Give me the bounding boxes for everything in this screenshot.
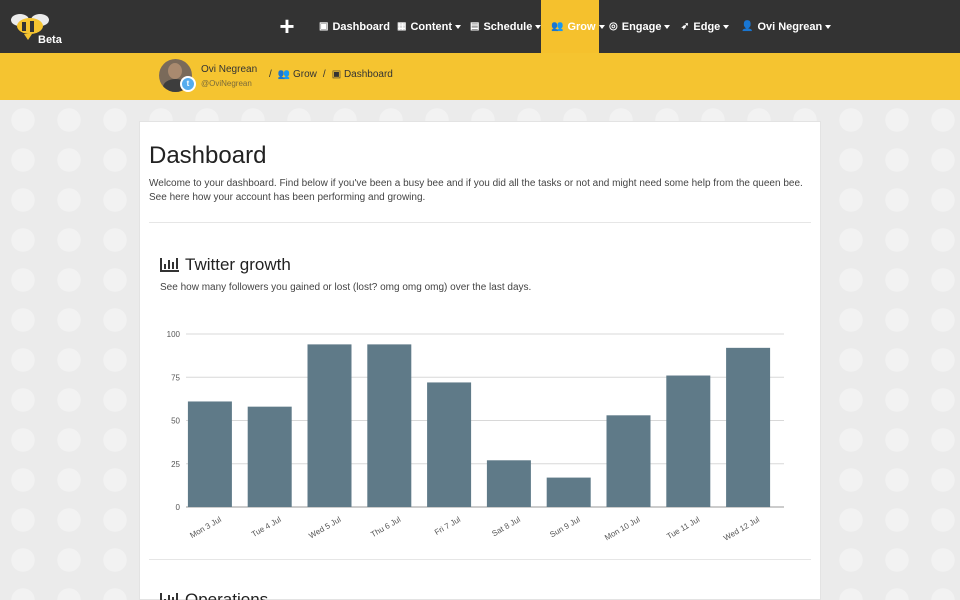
x-tick-label: Sat 8 Jul — [490, 515, 522, 538]
bar[interactable] — [606, 415, 651, 507]
nav-item-label: Grow — [567, 20, 596, 33]
nav-item-label: Engage — [621, 20, 662, 33]
page-intro: Welcome to your dashboard. Find below if… — [149, 178, 803, 203]
bar[interactable] — [367, 344, 412, 507]
x-tick-label: Tue 4 Jul — [250, 515, 283, 539]
chevron-down-icon — [664, 24, 671, 29]
bee-logo[interactable]: Beta — [10, 6, 62, 48]
breadcrumb: / 👥 Grow / ▣ Dashboard — [269, 69, 393, 80]
nav-item-label: Schedule — [483, 20, 533, 33]
x-tick-label: Wed 12 Jul — [722, 515, 761, 543]
nav-item-ovi-negrean[interactable]: 👤 Ovi Negrean — [731, 0, 832, 53]
chevron-down-icon — [825, 24, 832, 29]
bar[interactable] — [666, 375, 711, 507]
bar[interactable] — [486, 460, 531, 507]
x-tick-label: Wed 5 Jul — [307, 515, 342, 541]
chevron-down-icon — [723, 24, 730, 29]
operations-title: Operations — [185, 590, 269, 600]
y-tick-label: 0 — [176, 503, 181, 512]
profile-handle: @OviNegrean — [201, 79, 252, 88]
bar[interactable] — [187, 401, 232, 507]
nav-item-content[interactable]: ▦ Content — [387, 0, 461, 53]
briefcase-icon: ▣ — [319, 21, 329, 32]
nav-item-label: Dashboard — [332, 20, 390, 33]
breadcrumb-item-dashboard[interactable]: ▣ Dashboard — [332, 69, 393, 80]
nav-item-label: Ovi Negrean — [757, 20, 823, 33]
beta-badge: Beta — [38, 34, 62, 46]
bar[interactable] — [546, 477, 591, 507]
x-tick-label: Thu 6 Jul — [369, 515, 402, 539]
nav-item-label: Content — [410, 20, 452, 33]
x-tick-label: Tue 11 Jul — [665, 515, 701, 541]
bar[interactable] — [247, 406, 292, 507]
breadcrumb-label: Grow — [293, 69, 317, 80]
section-divider — [149, 559, 811, 560]
nav-item-grow[interactable]: 👥 Grow — [541, 0, 605, 53]
rocket-icon: ➶ — [681, 21, 690, 32]
target-icon: ◎ — [609, 21, 618, 32]
nav-item-schedule[interactable]: ▤ Schedule — [460, 0, 542, 53]
breadcrumb-separator: / — [269, 69, 272, 80]
nav-item-label: Edge — [693, 20, 721, 33]
y-tick-label: 50 — [171, 417, 180, 426]
operations-heading: Operations — [160, 590, 268, 600]
user-icon: 👤 — [741, 21, 754, 32]
context-bar — [0, 53, 960, 100]
grid-icon: ▦ — [397, 21, 407, 32]
bar-chart-icon — [160, 593, 179, 600]
twitter-growth-heading: Twitter growth — [160, 255, 291, 275]
calendar-icon: ▤ — [470, 21, 480, 32]
twitter-growth-chart: 0 25 50 75 100 Mon 3 Jul Tue 4 Jul Wed 5 Jul Thu… — [167, 330, 784, 543]
x-tick-label: Sun 9 Jul — [548, 515, 582, 540]
nav-item-edge[interactable]: ➶ Edge — [671, 0, 731, 53]
breadcrumb-item-grow[interactable]: 👥 Grow — [278, 69, 317, 80]
create-post-button[interactable]: + — [276, 12, 298, 40]
users-icon: 👥 — [277, 69, 291, 80]
breadcrumb-label: Dashboard — [343, 69, 393, 80]
twitter-growth-description: See how many followers you gained or los… — [160, 282, 532, 293]
x-tick-label: Mon 3 Jul — [188, 515, 223, 540]
x-tick-label: Fri 7 Jul — [433, 515, 462, 537]
breadcrumb-separator: / — [322, 69, 326, 80]
twitter-growth-title: Twitter growth — [185, 255, 291, 274]
bar[interactable] — [427, 382, 472, 507]
main-menu: ▣ Dashboard ▦ Content ▤ Schedule 👥 Grow ◎ Engage ➶… — [309, 0, 832, 53]
profile-name[interactable]: Ovi Negrean — [201, 64, 257, 75]
nav-item-dashboard[interactable]: ▣ Dashboard — [309, 0, 390, 53]
briefcase-icon: ▣ — [331, 69, 342, 80]
y-tick-label: 25 — [171, 460, 180, 469]
bar-chart-icon — [160, 258, 179, 272]
page-title: Dashboard — [149, 142, 267, 169]
y-tick-label: 100 — [167, 330, 181, 339]
section-divider — [149, 222, 811, 223]
x-tick-label: Mon 10 Jul — [603, 515, 642, 542]
y-tick-label: 75 — [171, 373, 180, 382]
top-navbar: Beta + ▣ Dashboard ▦ Content ▤ Schedule 👥 Grow ◎… — [0, 0, 960, 53]
users-icon: 👥 — [551, 21, 564, 32]
bar[interactable] — [726, 347, 771, 507]
twitter-icon: t — [180, 76, 196, 92]
nav-item-engage[interactable]: ◎ Engage — [599, 0, 671, 53]
bar[interactable] — [307, 344, 352, 507]
